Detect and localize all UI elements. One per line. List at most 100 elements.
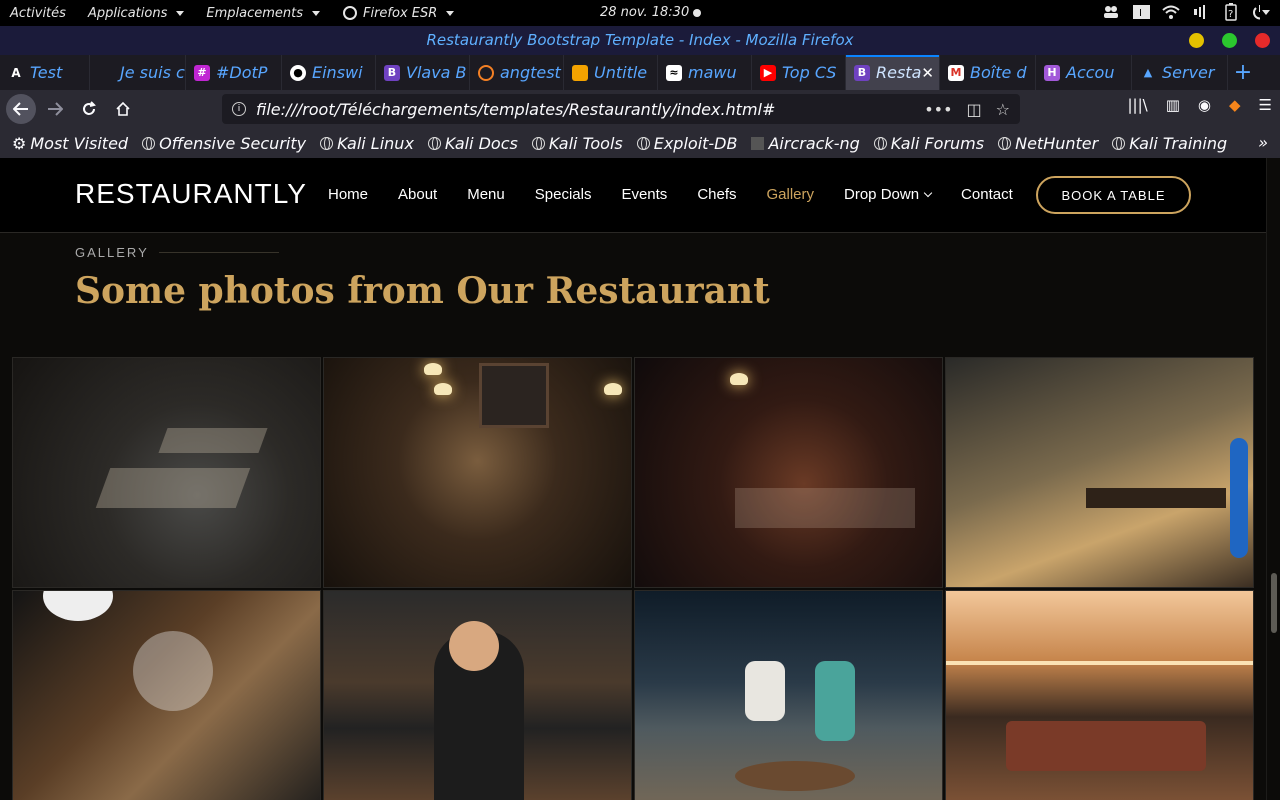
account-icon[interactable]: ◉ — [1198, 96, 1211, 114]
close-window-button[interactable] — [1255, 33, 1270, 48]
bookmark-kali-training[interactable]: Kali Training — [1112, 134, 1227, 153]
url-bar[interactable]: i file:///root/Téléchargements/templates… — [222, 94, 1020, 124]
wifi-icon[interactable] — [1162, 3, 1180, 21]
tab-je-suis[interactable]: Je suis ca — [90, 55, 186, 90]
sidebar-icon[interactable]: ▥ — [1166, 96, 1180, 114]
svg-text:?: ? — [1228, 9, 1233, 20]
gallery-photo[interactable] — [323, 590, 632, 800]
clock[interactable]: 28 nov. 18:30 — [600, 5, 689, 20]
document-icon — [572, 64, 588, 81]
page-actions-icon[interactable]: ••• — [924, 100, 952, 119]
stackblitz-icon — [478, 64, 494, 81]
reload-button[interactable] — [74, 94, 104, 124]
web-page: RESTAURANTLY Home About Menu Specials Ev… — [0, 158, 1266, 800]
maximize-button[interactable] — [1222, 33, 1237, 48]
app-menu[interactable]: Firefox ESR — [342, 5, 455, 21]
menu-contact[interactable]: Contact — [961, 186, 1013, 203]
gallery-photo[interactable] — [634, 357, 943, 588]
new-tab-button[interactable]: + — [1228, 60, 1258, 85]
tab-test[interactable]: A Test — [0, 55, 90, 90]
bootstrap-icon: B — [384, 64, 400, 81]
menu-about[interactable]: About — [398, 186, 437, 203]
close-tab-icon[interactable]: ✕ — [921, 64, 934, 82]
heroku-icon: H — [1044, 64, 1060, 81]
battery-icon[interactable]: ? — [1222, 3, 1240, 21]
tab-top-cs[interactable]: ▶ Top CS — [752, 55, 846, 90]
menu-home[interactable]: Home — [328, 186, 368, 203]
activities-button[interactable]: Activités — [10, 6, 66, 21]
menu-menu[interactable]: Menu — [467, 186, 505, 203]
tab-boite[interactable]: M Boîte d — [940, 55, 1036, 90]
url-text[interactable]: file:///root/Téléchargements/templates/R… — [256, 100, 775, 119]
globe-icon — [531, 136, 545, 150]
tab-angtest[interactable]: angtest — [470, 55, 564, 90]
back-button[interactable] — [6, 94, 36, 124]
scrollbar-thumb[interactable] — [1271, 573, 1277, 633]
a-icon: A — [11, 65, 21, 80]
arrow-right-icon — [48, 102, 63, 116]
chevron-down-icon — [311, 10, 320, 16]
power-icon[interactable] — [1252, 3, 1270, 21]
info-icon[interactable]: i — [232, 102, 246, 116]
tab-untitle[interactable]: Untitle — [564, 55, 658, 90]
gallery-photo[interactable] — [323, 357, 632, 588]
gallery-photo[interactable] — [12, 590, 321, 800]
menu-drop-down[interactable]: Drop Down — [844, 186, 933, 203]
bookmark-kali-linux[interactable]: Kali Linux — [320, 134, 414, 153]
gallery-photo[interactable] — [945, 357, 1254, 588]
applications-menu[interactable]: Applications — [88, 6, 185, 21]
gallery-photo[interactable] — [634, 590, 943, 800]
gear-icon: ⚙ — [12, 133, 27, 153]
bookmark-kali-forums[interactable]: Kali Forums — [873, 134, 984, 153]
menu-gallery[interactable]: Gallery — [767, 186, 815, 203]
volume-icon[interactable] — [1192, 3, 1210, 21]
gnome-top-bar: Activités Applications Emplacements Fire… — [0, 0, 1280, 26]
tab-bar: ATest Je suis ca ##DotP ●Einswi BVlava B… — [0, 55, 1280, 90]
menu-icon[interactable]: ☰ — [1259, 96, 1272, 114]
tab-restaurantly[interactable]: B Resta ✕ — [846, 55, 940, 90]
globe-icon — [427, 136, 441, 150]
forward-button[interactable] — [40, 94, 70, 124]
menu-events[interactable]: Events — [621, 186, 667, 203]
people-icon[interactable] — [1102, 3, 1120, 21]
bookmark-nethunter[interactable]: NetHunter — [998, 134, 1098, 153]
gallery-photo[interactable] — [12, 357, 321, 588]
bookmark-exploit-db[interactable]: Exploit-DB — [636, 134, 737, 153]
menu-chefs[interactable]: Chefs — [697, 186, 736, 203]
bookmark-most-visited[interactable]: ⚙ Most Visited — [12, 134, 128, 153]
menu-specials[interactable]: Specials — [535, 186, 592, 203]
tab-einswi[interactable]: ● Einswi — [282, 55, 376, 90]
tab-server[interactable]: ▲ Server — [1132, 55, 1228, 90]
pocket-icon[interactable]: ◫ — [967, 100, 982, 119]
bookmark-kali-tools[interactable]: Kali Tools — [531, 134, 623, 153]
gallery-photo[interactable] — [945, 590, 1254, 800]
page-scrollbar[interactable] — [1266, 158, 1280, 800]
tab-mawu[interactable]: ≈ mawu — [658, 55, 752, 90]
metamask-icon[interactable]: ◆ — [1229, 96, 1241, 114]
notification-dot-icon — [693, 9, 701, 17]
section-label: GALLERY — [75, 245, 279, 260]
site-logo[interactable]: RESTAURANTLY — [75, 178, 307, 210]
app-icon: ≈ — [666, 64, 682, 81]
chevron-down-icon — [176, 10, 185, 16]
hashnode-icon: # — [194, 64, 210, 81]
chevron-double-right-icon[interactable]: » — [1258, 133, 1268, 152]
bookmark-aircrack-ng[interactable]: Aircrack-ng — [751, 134, 860, 153]
tab-dotp[interactable]: # #DotP — [186, 55, 282, 90]
bookmark-star-icon[interactable]: ☆ — [996, 100, 1010, 119]
tab-accou[interactable]: H Accou — [1036, 55, 1132, 90]
minimize-button[interactable] — [1189, 33, 1204, 48]
gallery-grid — [12, 357, 1254, 800]
places-menu[interactable]: Emplacements — [206, 6, 320, 21]
library-icon[interactable]: |||\ — [1128, 96, 1148, 114]
home-button[interactable] — [108, 94, 138, 124]
chevron-down-icon — [923, 188, 933, 198]
keyboard-icon[interactable]: I — [1132, 3, 1150, 21]
bookmark-kali-docs[interactable]: Kali Docs — [427, 134, 518, 153]
chevron-down-icon — [446, 10, 455, 16]
tab-vlava[interactable]: B Vlava B — [376, 55, 470, 90]
globe-icon — [998, 136, 1012, 150]
bookmark-offensive-security[interactable]: Offensive Security — [142, 134, 306, 153]
globe-icon — [873, 136, 887, 150]
book-a-table-button[interactable]: BOOK A TABLE — [1036, 176, 1191, 214]
